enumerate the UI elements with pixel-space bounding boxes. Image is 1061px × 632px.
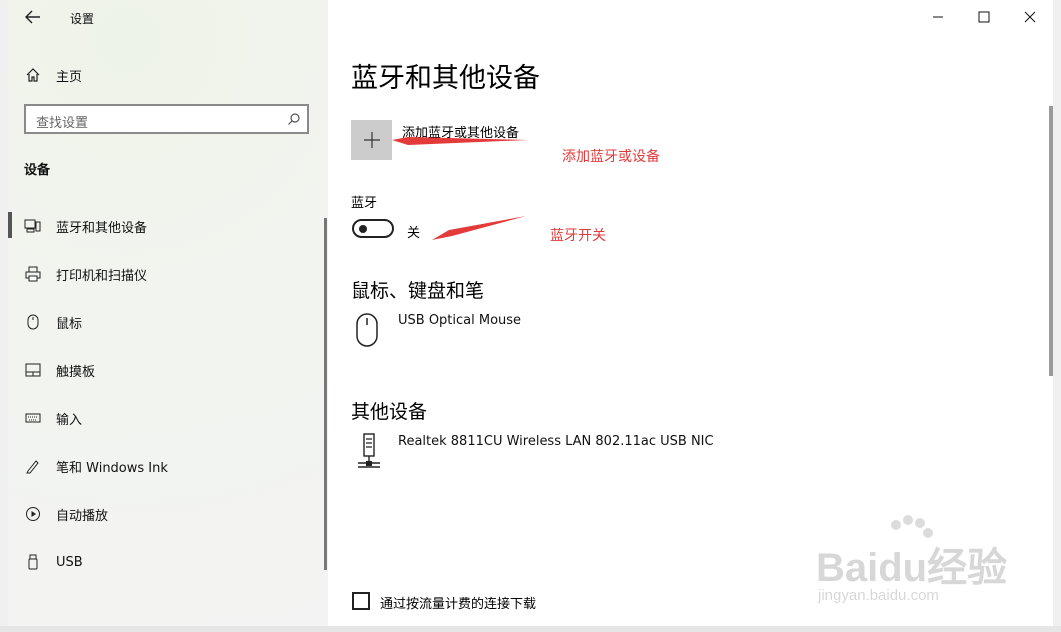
watermark-sub: jingyan.baidu.com — [818, 587, 939, 604]
annotation-add-device: 添加蓝牙或设备 — [562, 149, 660, 165]
annotation-arrow-add — [392, 137, 528, 145]
annotation-arrow-toggle — [432, 216, 526, 240]
annotation-bluetooth-switch: 蓝牙开关 — [550, 228, 606, 244]
baidu-watermark: Baidu经验 jingyan.baidu.com — [808, 515, 1008, 610]
watermark-main: Baidu经验 — [816, 546, 1008, 590]
taskbar-edge — [0, 626, 1061, 632]
